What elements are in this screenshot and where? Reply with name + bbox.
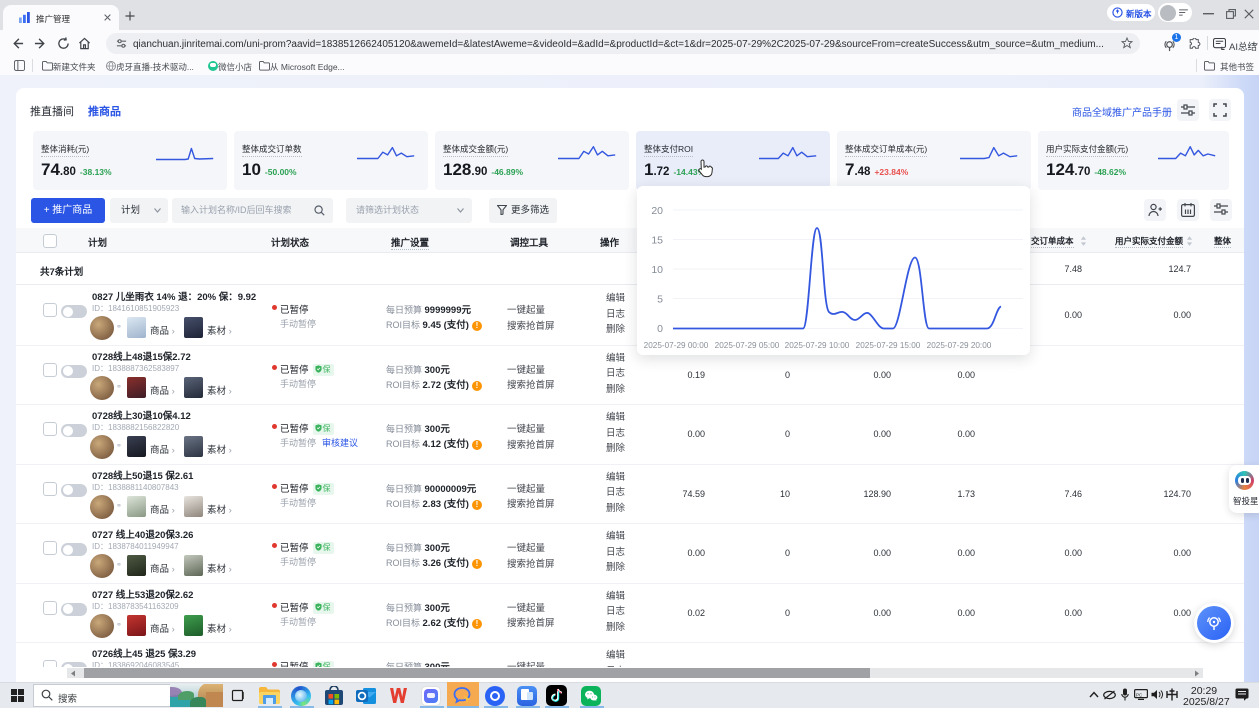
svg-text:2025-07-29 20:00: 2025-07-29 20:00 <box>927 341 992 350</box>
svg-text:2025-07-29 05:00: 2025-07-29 05:00 <box>715 341 780 350</box>
svg-text:5: 5 <box>657 294 663 306</box>
svg-text:PC: PC <box>1136 692 1143 697</box>
svg-text:15: 15 <box>651 235 663 247</box>
svg-text:0: 0 <box>657 323 663 335</box>
svg-text:2025-07-29 00:00: 2025-07-29 00:00 <box>644 341 709 350</box>
svg-text:20: 20 <box>651 205 663 217</box>
svg-text:2025-07-29 10:00: 2025-07-29 10:00 <box>785 341 850 350</box>
svg-text:10: 10 <box>651 264 663 276</box>
svg-text:2025-07-29 15:00: 2025-07-29 15:00 <box>856 341 921 350</box>
